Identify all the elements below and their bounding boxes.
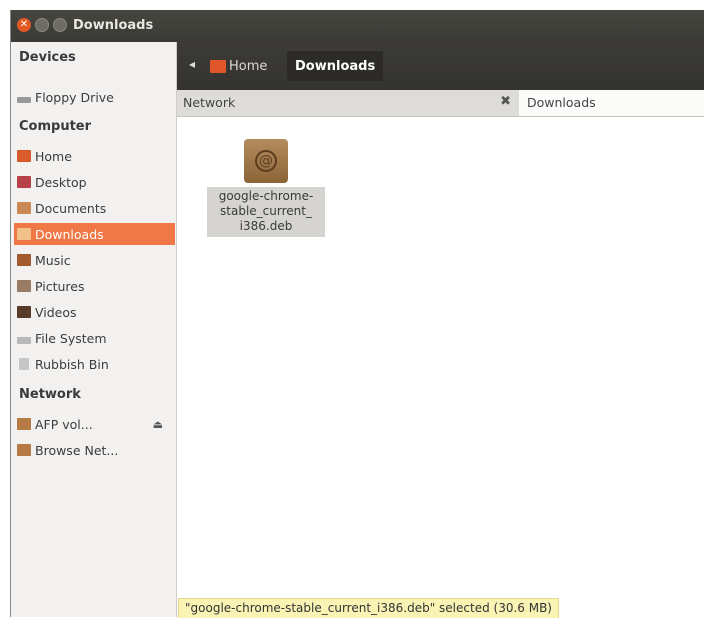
home-folder-icon <box>17 150 31 162</box>
sidebar-item-home[interactable]: Home <box>17 145 171 167</box>
sidebar-item-rubbish-bin[interactable]: Rubbish Bin <box>17 353 171 375</box>
sidebar-item-browse-network[interactable]: Browse Net... <box>17 439 171 461</box>
sidebar-item-label: Pictures <box>35 278 85 294</box>
floppy-drive-icon <box>17 97 31 103</box>
sidebar-item-label: Home <box>35 148 72 164</box>
network-icon <box>17 444 31 456</box>
debian-package-icon: @ <box>244 139 288 183</box>
tab-downloads[interactable]: Downloads <box>519 90 704 116</box>
minimize-button[interactable] <box>35 18 49 32</box>
close-tab-icon[interactable]: ✖ <box>500 94 511 109</box>
window-title: Downloads <box>73 18 154 33</box>
music-icon <box>17 254 31 266</box>
status-bar: "google-chrome-stable_current_i386.deb" … <box>178 598 559 618</box>
desktop-icon <box>17 176 31 188</box>
file-name-line: google-chrome- <box>218 189 314 203</box>
file-item[interactable]: @ google-chrome- stable_current_ i386.de… <box>207 139 325 237</box>
sidebar-item-label: Documents <box>35 200 107 216</box>
trash-icon <box>19 358 29 370</box>
sidebar-item-label: Downloads <box>35 226 104 242</box>
sidebar-item-afp-volume[interactable]: AFP vol... ⏏ <box>17 413 171 435</box>
tab-label: Network <box>183 95 236 110</box>
sidebar-item-label: Floppy Drive <box>35 89 114 105</box>
file-name-line: i386.deb <box>239 219 293 233</box>
title-bar: ✕ Downloads <box>11 10 704 42</box>
sidebar-item-label: Music <box>35 252 71 268</box>
location-toolbar: ◂ Home Downloads <box>177 42 704 90</box>
window-controls: ✕ <box>17 18 67 32</box>
downloads-icon <box>17 228 31 240</box>
file-name: google-chrome- stable_current_ i386.deb <box>207 187 325 237</box>
sidebar-item-music[interactable]: Music <box>17 249 171 271</box>
debian-swirl-icon: @ <box>255 150 277 172</box>
sidebar-item-file-system[interactable]: File System <box>17 327 171 349</box>
sidebar-item-label: Desktop <box>35 174 87 190</box>
tab-network[interactable]: Network ✖ <box>177 90 519 116</box>
drive-icon <box>17 337 31 344</box>
sidebar-item-downloads[interactable]: Downloads <box>14 223 175 245</box>
close-button[interactable]: ✕ <box>17 18 31 32</box>
file-name-line: stable_current_ <box>220 204 312 218</box>
sidebar-heading-network: Network <box>19 387 81 402</box>
tab-bar: Network ✖ Downloads <box>177 90 704 117</box>
breadcrumb-downloads[interactable]: Downloads <box>287 51 384 81</box>
maximize-button[interactable] <box>53 18 67 32</box>
back-arrow-icon[interactable]: ◂ <box>189 57 195 71</box>
sidebar-item-desktop[interactable]: Desktop <box>17 171 171 193</box>
sidebar-item-label: File System <box>35 330 107 346</box>
sidebar-item-videos[interactable]: Videos <box>17 301 171 323</box>
eject-icon[interactable]: ⏏ <box>153 418 163 431</box>
breadcrumb-label: Home <box>229 58 268 74</box>
sidebar-item-label: AFP vol... <box>35 416 93 432</box>
sidebar-item-label: Browse Net... <box>35 442 119 458</box>
network-share-icon <box>17 418 31 430</box>
breadcrumb-home[interactable]: Home <box>210 55 267 77</box>
sidebar-item-documents[interactable]: Documents <box>17 197 171 219</box>
places-sidebar: Devices Floppy Drive Computer Home Deskt… <box>11 42 177 617</box>
documents-icon <box>17 202 31 214</box>
pictures-icon <box>17 280 31 292</box>
sidebar-item-floppy-drive[interactable]: Floppy Drive <box>17 86 171 108</box>
file-view[interactable]: @ google-chrome- stable_current_ i386.de… <box>177 117 704 617</box>
sidebar-item-label: Rubbish Bin <box>35 356 109 372</box>
sidebar-item-pictures[interactable]: Pictures <box>17 275 171 297</box>
home-folder-icon <box>210 59 226 73</box>
tab-label: Downloads <box>527 95 596 110</box>
file-manager-window: ✕ Downloads Devices Floppy Drive Compute… <box>10 10 704 617</box>
sidebar-item-label: Videos <box>35 304 77 320</box>
sidebar-heading-devices: Devices <box>19 50 76 65</box>
sidebar-heading-computer: Computer <box>19 119 92 134</box>
videos-icon <box>17 306 31 318</box>
